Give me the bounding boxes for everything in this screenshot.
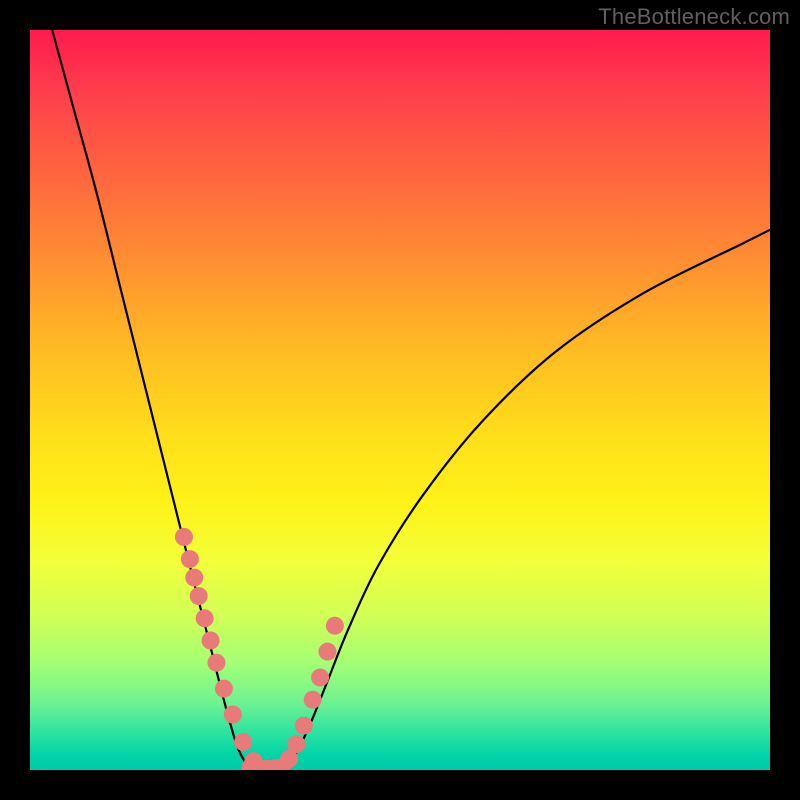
axis-border-right — [770, 0, 800, 800]
data-dot — [175, 528, 193, 546]
data-dot — [295, 717, 313, 735]
data-dot — [202, 632, 220, 650]
data-dot — [185, 569, 203, 587]
data-dot — [234, 733, 252, 751]
data-point-dots — [175, 528, 344, 779]
data-dot — [215, 680, 233, 698]
data-dot — [318, 643, 336, 661]
data-dot — [311, 669, 329, 687]
data-dot — [326, 617, 344, 635]
data-dot — [304, 691, 322, 709]
data-dot — [190, 587, 208, 605]
axis-border-bottom — [0, 770, 800, 800]
data-dot — [181, 550, 199, 568]
data-dot — [196, 609, 214, 627]
bottleneck-curve-left — [52, 30, 259, 770]
axis-border-left — [0, 0, 30, 800]
watermark-text: TheBottleneck.com — [598, 4, 790, 30]
plot-svg-layer — [30, 30, 770, 770]
data-dot — [207, 654, 225, 672]
bottleneck-curve-right — [282, 230, 770, 770]
data-dot — [224, 706, 242, 724]
chart-frame: TheBottleneck.com — [0, 0, 800, 800]
data-dot — [287, 735, 305, 753]
